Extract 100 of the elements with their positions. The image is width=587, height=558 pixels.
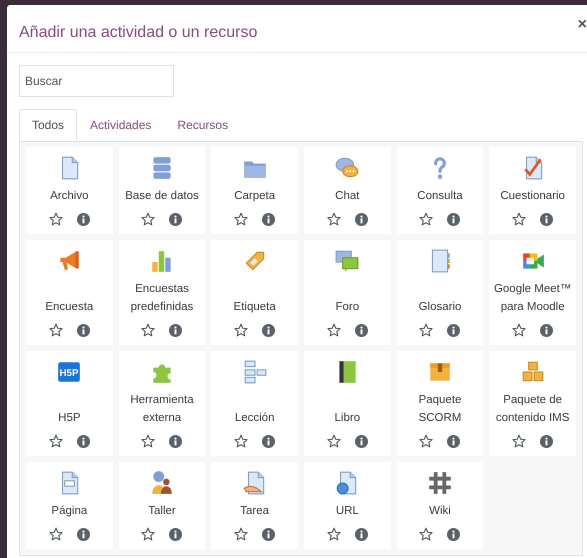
module-card[interactable]: Consulta <box>396 147 484 234</box>
module-label: Cuestionario <box>500 189 565 204</box>
module-label: Glosario <box>418 300 462 315</box>
flowchart-icon <box>242 359 268 385</box>
star-icon[interactable] <box>141 434 156 448</box>
module-label: Encuesta <box>45 300 94 315</box>
module-label: Archivo <box>50 189 88 204</box>
info-icon[interactable] <box>169 434 182 448</box>
module-label: H5P <box>58 411 81 426</box>
module-card[interactable]: Google Meet™ para Moodle <box>489 240 576 345</box>
module-label: Chat <box>335 189 360 204</box>
info-icon[interactable] <box>169 212 182 226</box>
star-icon[interactable] <box>512 323 526 337</box>
module-label: Etiqueta <box>234 300 276 315</box>
module-card[interactable]: Página <box>26 462 113 549</box>
tab[interactable]: Actividades <box>77 109 164 141</box>
module-card[interactable]: Encuesta <box>26 240 113 345</box>
module-card[interactable]: Archivo <box>26 147 113 234</box>
module-label: Consulta <box>417 189 463 204</box>
module-label: Tarea <box>240 504 270 519</box>
info-icon[interactable] <box>354 324 368 336</box>
module-label: Taller <box>148 504 176 519</box>
module-card[interactable]: Base de datos <box>118 147 206 234</box>
info-icon[interactable] <box>447 528 460 540</box>
info-icon[interactable] <box>76 434 90 448</box>
star-icon[interactable] <box>48 212 63 226</box>
info-icon[interactable] <box>76 324 90 336</box>
dialog-title: Añadir una actividad o un recurso <box>19 23 258 43</box>
star-icon[interactable] <box>234 323 248 337</box>
star-icon[interactable] <box>234 212 248 226</box>
info-icon[interactable] <box>169 324 182 336</box>
info-icon[interactable] <box>262 212 276 226</box>
info-icon[interactable] <box>354 212 368 226</box>
module-label: Página <box>51 504 88 519</box>
star-icon[interactable] <box>512 434 526 448</box>
module-card[interactable]: URL <box>304 462 391 549</box>
info-icon[interactable] <box>540 434 554 448</box>
module-card[interactable]: Paquete de contenido IMS <box>489 351 576 456</box>
info-icon[interactable] <box>262 528 276 540</box>
star-icon[interactable] <box>326 212 341 226</box>
module-card[interactable]: Carpeta <box>211 147 298 234</box>
module-label: Carpeta <box>234 189 276 204</box>
module-card[interactable]: Glosario <box>396 240 484 345</box>
info-icon[interactable] <box>354 528 368 540</box>
module-card[interactable]: Herramienta externa <box>118 351 206 456</box>
module-label: Encuestas predefinidas <box>130 282 194 315</box>
star-icon[interactable] <box>326 434 341 448</box>
info-icon[interactable] <box>540 324 554 336</box>
star-icon[interactable] <box>141 212 156 226</box>
star-icon[interactable] <box>234 527 248 541</box>
module-card[interactable]: H5P H5P <box>26 351 113 456</box>
module-label: Lección <box>234 411 274 426</box>
info-icon[interactable] <box>447 212 460 226</box>
info-icon[interactable] <box>262 324 276 336</box>
info-icon[interactable] <box>76 212 90 226</box>
close-button[interactable]: × <box>578 17 587 33</box>
star-icon[interactable] <box>419 434 434 448</box>
star-icon[interactable] <box>48 527 63 541</box>
module-label: Foro <box>335 300 360 315</box>
search-field[interactable]: Buscar <box>19 65 174 97</box>
info-icon[interactable] <box>169 528 182 540</box>
module-card[interactable]: Paquete SCORM <box>396 351 484 456</box>
star-icon[interactable] <box>419 527 434 541</box>
info-icon[interactable] <box>447 434 460 448</box>
module-label: Paquete SCORM <box>418 393 462 426</box>
hash-icon <box>426 470 453 496</box>
module-label: Paquete de contenido IMS <box>494 393 570 426</box>
module-label: Base de datos <box>125 189 199 204</box>
module-card[interactable]: Foro <box>304 240 391 345</box>
module-card[interactable]: Chat <box>304 147 391 234</box>
tab[interactable]: Todos <box>19 109 78 141</box>
module-card[interactable]: Etiqueta <box>211 240 298 345</box>
module-label: Wiki <box>429 504 451 519</box>
module-card[interactable]: Encuestas predefinidas <box>118 240 206 345</box>
module-label: Google Meet™ para Moodle <box>492 282 572 315</box>
tab[interactable]: Recursos <box>164 109 242 141</box>
speech-bubbles-icon <box>334 248 360 274</box>
info-icon[interactable] <box>354 434 368 448</box>
star-icon[interactable] <box>419 212 434 226</box>
module-card[interactable]: Tarea <box>211 462 298 549</box>
star-icon[interactable] <box>141 323 156 337</box>
star-icon[interactable] <box>48 323 63 337</box>
star-icon[interactable] <box>326 527 341 541</box>
module-card[interactable]: Wiki <box>396 462 484 549</box>
star-icon[interactable] <box>419 323 434 337</box>
module-label: Libro <box>334 411 360 426</box>
star-icon[interactable] <box>234 434 248 448</box>
star-icon[interactable] <box>141 527 156 541</box>
star-icon[interactable] <box>512 212 526 226</box>
info-icon[interactable] <box>262 434 276 448</box>
info-icon[interactable] <box>540 212 554 226</box>
info-icon[interactable] <box>76 528 90 540</box>
module-label: Herramienta externa <box>129 393 195 426</box>
module-card[interactable]: Taller <box>118 462 206 549</box>
module-card[interactable]: Libro <box>304 351 391 456</box>
star-icon[interactable] <box>48 434 63 448</box>
info-icon[interactable] <box>447 324 460 336</box>
module-card[interactable]: Cuestionario <box>489 147 576 234</box>
star-icon[interactable] <box>326 323 341 337</box>
module-card[interactable]: Lección <box>211 351 298 456</box>
